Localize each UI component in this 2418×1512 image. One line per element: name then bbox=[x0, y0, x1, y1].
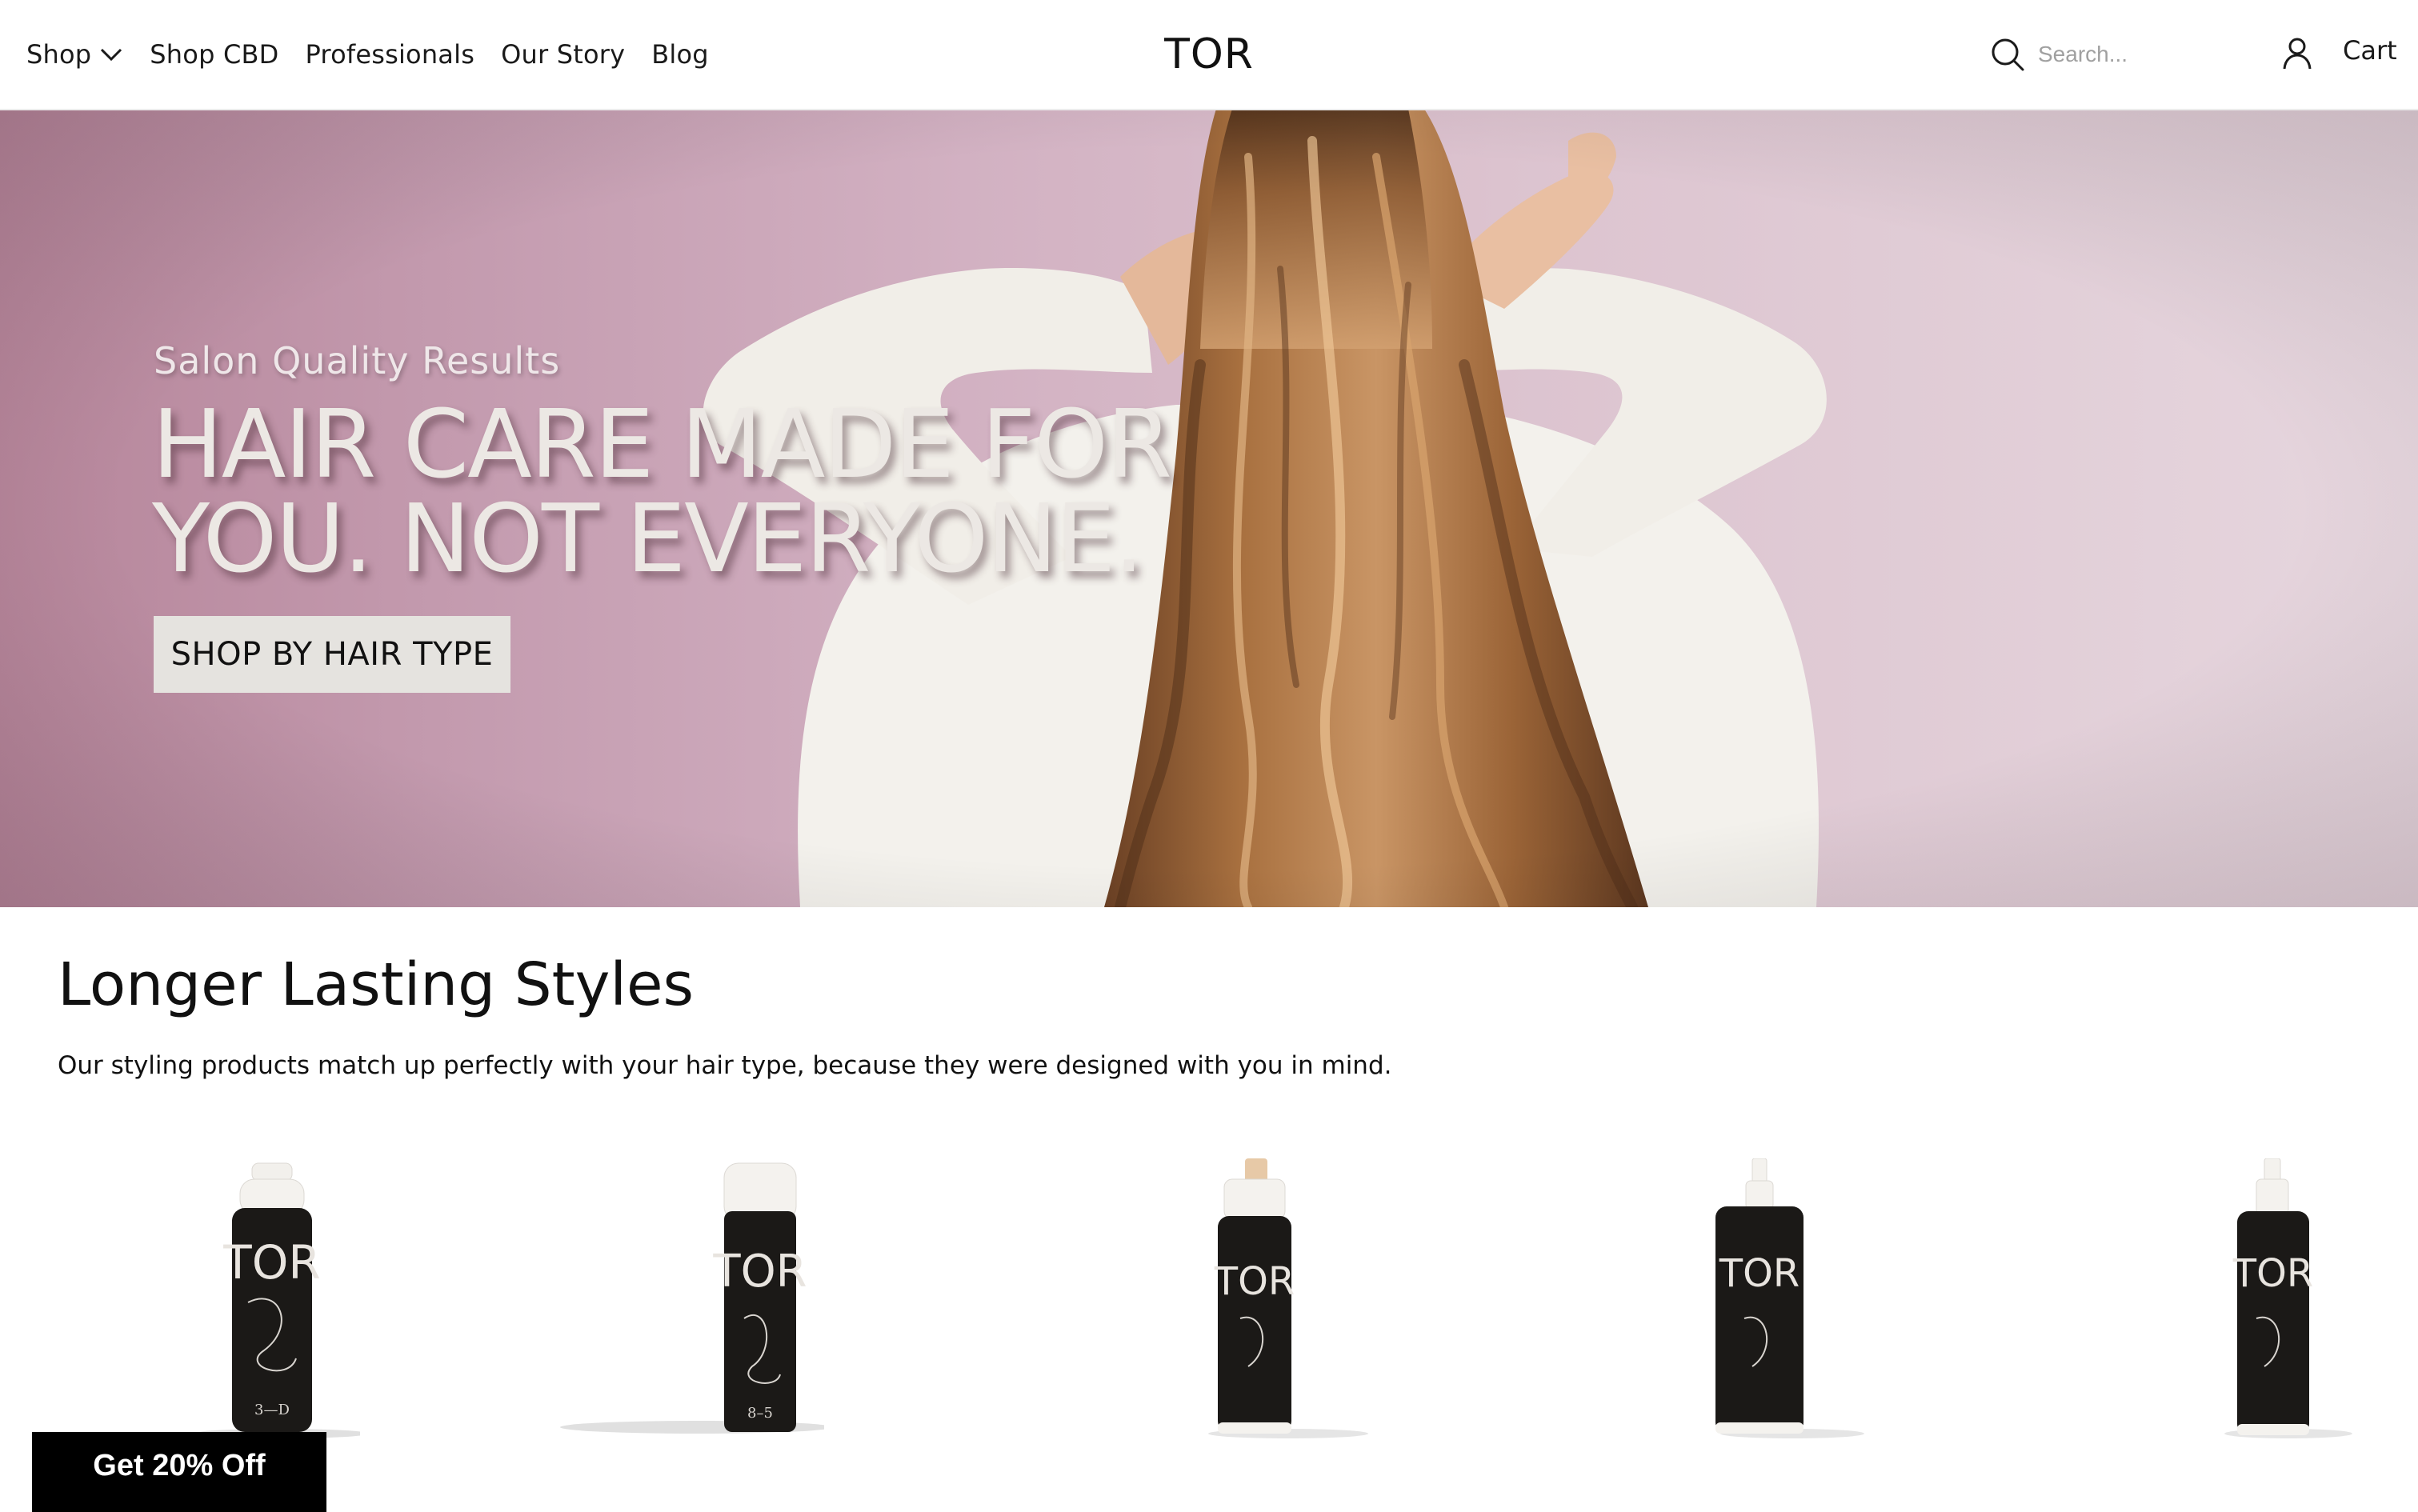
search-icon[interactable] bbox=[1990, 37, 2025, 72]
product-1-brand: TOR bbox=[222, 1235, 320, 1290]
chevron-down-icon bbox=[101, 48, 122, 62]
get-discount-button[interactable]: Get 20% Off bbox=[32, 1432, 326, 1512]
nav-professionals[interactable]: Professionals bbox=[306, 39, 475, 70]
nav-shop-label: Shop bbox=[26, 39, 92, 70]
product-card-2[interactable]: TOR 8–5 bbox=[552, 1158, 824, 1446]
hero-banner: Salon Quality Results HAIR CARE MADE FOR… bbox=[0, 109, 2418, 907]
cart-link[interactable]: Cart bbox=[2343, 35, 2397, 66]
nav-shop[interactable]: Shop bbox=[26, 39, 123, 70]
product-card-4[interactable]: TOR bbox=[1696, 1158, 1888, 1446]
site-header: Shop Shop CBD Professionals Our Story Bl… bbox=[0, 0, 2418, 110]
product-2-brand: TOR bbox=[712, 1246, 807, 1298]
product-card-5[interactable]: TOR bbox=[2192, 1158, 2384, 1446]
hero-subtitle: Salon Quality Results bbox=[154, 339, 561, 382]
section-description: Our styling products match up perfectly … bbox=[58, 1051, 1392, 1080]
hero-title: HAIR CARE MADE FOR YOU. NOT EVERYONE. bbox=[152, 389, 1172, 594]
nav-blog[interactable]: Blog bbox=[651, 39, 709, 70]
product-4-brand: TOR bbox=[1719, 1251, 1799, 1296]
product-2-code: 8–5 bbox=[747, 1405, 773, 1422]
search-input[interactable] bbox=[2036, 41, 2232, 68]
shop-by-hair-type-button[interactable]: SHOP BY HAIR TYPE bbox=[154, 616, 510, 693]
nav-our-story-label: Our Story bbox=[501, 39, 626, 70]
search-box bbox=[1990, 35, 2232, 74]
product-1-code: 3—D bbox=[254, 1402, 290, 1418]
user-icon[interactable] bbox=[2282, 37, 2312, 70]
section-title: Longer Lasting Styles bbox=[58, 950, 695, 1019]
product-card-3[interactable]: TOR bbox=[1192, 1158, 1384, 1446]
nav-blog-label: Blog bbox=[651, 39, 709, 70]
product-3-brand: TOR bbox=[1214, 1259, 1295, 1304]
nav-shop-cbd-label: Shop CBD bbox=[150, 39, 279, 70]
product-card-1[interactable]: TOR 3—D bbox=[184, 1158, 360, 1446]
nav-professionals-label: Professionals bbox=[305, 39, 475, 70]
main-nav: Shop Shop CBD Professionals Our Story Bl… bbox=[26, 0, 735, 109]
product-5-brand: TOR bbox=[2232, 1251, 2313, 1296]
site-logo[interactable]: TOR bbox=[1164, 30, 1254, 78]
nav-our-story[interactable]: Our Story bbox=[501, 39, 625, 70]
nav-shop-cbd[interactable]: Shop CBD bbox=[150, 39, 278, 70]
